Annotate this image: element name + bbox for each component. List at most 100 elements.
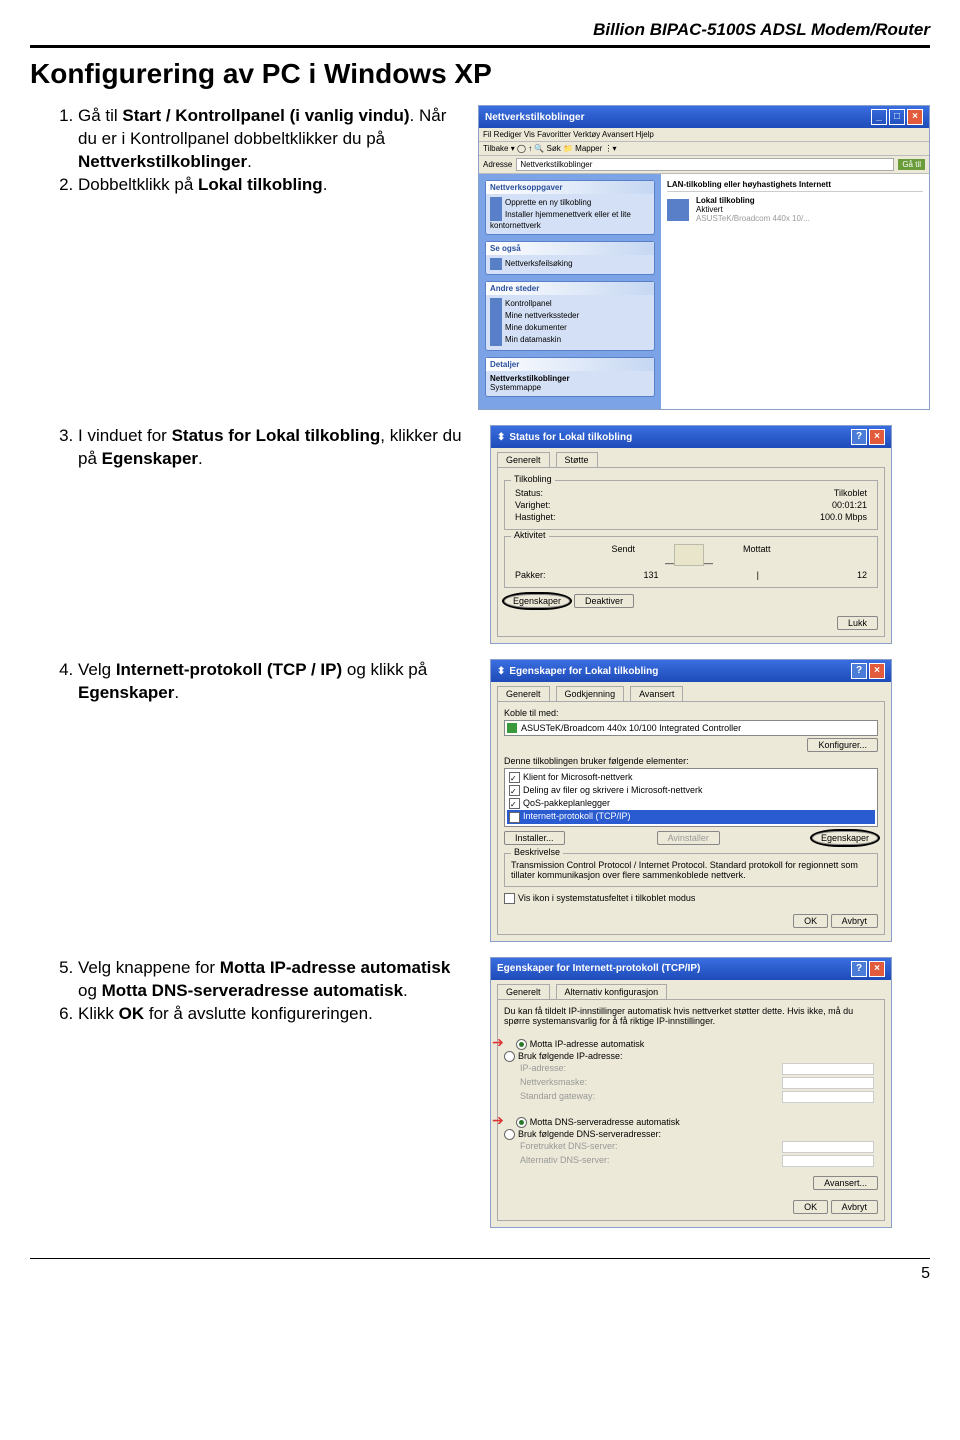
details-panel: Detaljer Nettverkstilkoblinger Systemmap… (485, 357, 655, 397)
link-item[interactable]: Mine dokumenter (490, 322, 650, 334)
help-icon[interactable]: ? (851, 429, 867, 445)
window-title: Egenskaper for Lokal tilkobling (509, 666, 658, 677)
checkbox-icon[interactable] (509, 798, 520, 809)
steps-1-2: Gå til Start / Kontrollpanel (i vanlig v… (30, 105, 458, 197)
places-panel: Andre steder Kontrollpanel Mine nettverk… (485, 281, 655, 351)
ok-button[interactable]: OK (793, 1200, 828, 1214)
netplaces-icon (490, 310, 502, 322)
doc-header: Billion BIPAC-5100S ADSL Modem/Router (30, 20, 930, 40)
radio-manual-dns[interactable] (504, 1129, 515, 1140)
checkbox-icon[interactable] (509, 785, 520, 796)
cp-icon (490, 298, 502, 310)
task-item[interactable]: Opprette en ny tilkobling (490, 197, 650, 209)
task-item[interactable]: Installer hjemmenettverk eller et lite k… (490, 209, 650, 230)
tasks-panel: Nettverksoppgaver Opprette en ny tilkobl… (485, 180, 655, 235)
address-bar[interactable]: Nettverkstilkoblinger (516, 158, 894, 171)
packets-received: 12 (857, 570, 867, 580)
mask-input (782, 1077, 874, 1089)
tab-general[interactable]: Generelt (497, 686, 550, 701)
adapter-field: ASUSTeK/Broadcom 440x 10/100 Integrated … (504, 720, 878, 736)
tab-auth[interactable]: Godkjenning (556, 686, 625, 701)
close-icon[interactable]: × (869, 429, 885, 445)
screenshot-tcpip-dialog: Egenskaper for Internett-protokoll (TCP/… (490, 957, 892, 1228)
activity-icon (674, 544, 704, 566)
wizard-icon (490, 197, 502, 209)
ok-button[interactable]: OK (793, 914, 828, 928)
link-item[interactable]: Mine nettverkssteder (490, 310, 650, 322)
nic-icon (507, 723, 517, 733)
properties-button[interactable]: Egenskaper (504, 594, 570, 608)
close-icon[interactable]: × (869, 663, 885, 679)
gateway-input (782, 1091, 874, 1103)
go-button[interactable]: Gå til (898, 159, 925, 170)
components-list[interactable]: Klient for Microsoft-nettverk Deling av … (504, 768, 878, 827)
page-number: 5 (30, 1265, 930, 1283)
window-title: Nettverkstilkoblinger (485, 112, 584, 123)
status-value: Tilkoblet (834, 488, 867, 498)
radio-auto-ip[interactable] (516, 1039, 527, 1050)
maximize-icon[interactable]: □ (889, 109, 905, 125)
help-icon[interactable]: ? (851, 663, 867, 679)
cancel-button[interactable]: Avbryt (831, 914, 878, 928)
computer-icon (490, 334, 502, 346)
help-icon (490, 258, 502, 270)
close-button[interactable]: Lukk (837, 616, 878, 630)
menu-bar[interactable]: Fil Rediger Vis Favoritter Verktøy Avans… (479, 128, 929, 142)
minimize-icon[interactable]: _ (871, 109, 887, 125)
step-4: Velg Internett-protokoll (TCP / IP) og k… (30, 659, 470, 705)
status-icon: ⬍ (497, 432, 505, 443)
seealso-panel: Se også Nettverksfeilsøking (485, 241, 655, 275)
screenshot-status-dialog: ⬍ Status for Lokal tilkobling ?× Generelt… (490, 425, 892, 644)
show-icon-checkbox[interactable] (504, 893, 515, 904)
window-title: Egenskaper for Internett-protokoll (TCP/… (497, 963, 700, 974)
help-icon[interactable]: ? (851, 961, 867, 977)
screenshot-properties-dialog: ⬍ Egenskaper for Lokal tilkobling ?× Gene… (490, 659, 892, 942)
arrow-icon: ➔ (492, 1112, 504, 1128)
lan-icon (667, 199, 689, 221)
page-title: Konfigurering av PC i Windows XP (30, 58, 930, 90)
link-item[interactable]: Nettverksfeilsøking (490, 258, 650, 270)
tab-altconfig[interactable]: Alternativ konfigurasjon (556, 984, 668, 999)
link-item[interactable]: Kontrollpanel (490, 298, 650, 310)
install-button[interactable]: Installer... (504, 831, 565, 845)
description-group: Beskrivelse Transmission Control Protoco… (504, 853, 878, 887)
checkbox-icon[interactable] (509, 772, 520, 783)
close-icon[interactable]: × (907, 109, 923, 125)
deactivate-button[interactable]: Deaktiver (574, 594, 634, 608)
dns2-input (782, 1155, 874, 1167)
configure-button[interactable]: Konfigurer... (807, 738, 878, 752)
step-3: I vinduet for Status for Lokal tilkoblin… (30, 425, 470, 471)
ip-input (782, 1063, 874, 1075)
screenshot-network-connections: Nettverkstilkoblinger _□× Fil Rediger Vi… (478, 105, 930, 410)
properties-button[interactable]: Egenskaper (812, 831, 878, 845)
divider-top (30, 45, 930, 48)
packets-sent: 131 (644, 570, 659, 580)
home-net-icon (490, 209, 502, 221)
speed-value: 100.0 Mbps (820, 512, 867, 522)
arrow-icon: ➔ (492, 1034, 504, 1050)
tab-advanced[interactable]: Avansert (630, 686, 683, 701)
tab-general[interactable]: Generelt (497, 984, 550, 999)
radio-manual-ip[interactable] (504, 1051, 515, 1062)
tab-support[interactable]: Støtte (556, 452, 598, 467)
steps-5-6: Velg knappene for Motta IP-adresse autom… (30, 957, 470, 1026)
cancel-button[interactable]: Avbryt (831, 1200, 878, 1214)
activity-group: Aktivitet Sendt —— Mottatt Pakker:131|12 (504, 536, 878, 588)
advanced-button[interactable]: Avansert... (813, 1176, 878, 1190)
status-icon: ⬍ (497, 666, 505, 677)
divider-bottom (30, 1258, 930, 1259)
docs-icon (490, 322, 502, 334)
uninstall-button: Avinstaller (657, 831, 720, 845)
tab-general[interactable]: Generelt (497, 452, 550, 467)
radio-auto-dns[interactable] (516, 1117, 527, 1128)
close-icon[interactable]: × (869, 961, 885, 977)
toolbar[interactable]: Tilbake ▾ ◯ ↑ 🔍 Søk 📁 Mapper ⋮▾ (479, 142, 929, 156)
window-title: Status for Lokal tilkobling (509, 432, 632, 443)
connection-item[interactable]: Lokal tilkobling Aktivert ASUSTeK/Broadc… (667, 196, 923, 223)
link-item[interactable]: Min datamaskin (490, 334, 650, 346)
dns1-input (782, 1141, 874, 1153)
group-header: LAN-tilkobling eller høyhastighets Inter… (667, 180, 831, 189)
connection-group: Tilkobling Status:Tilkoblet Varighet:00:… (504, 480, 878, 530)
checkbox-icon[interactable] (509, 812, 520, 823)
duration-value: 00:01:21 (832, 500, 867, 510)
